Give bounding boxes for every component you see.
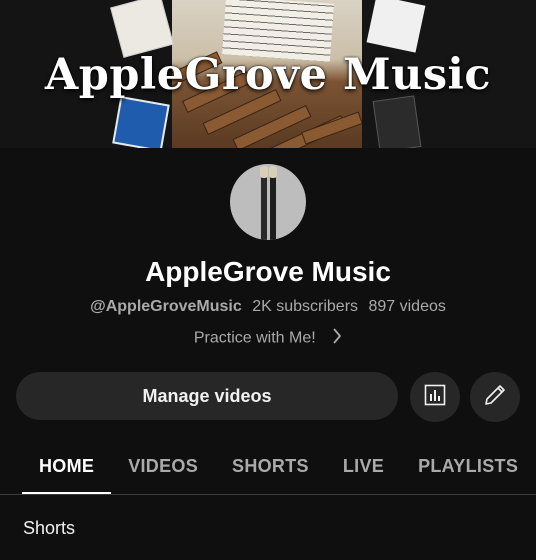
- drumstick-image: [270, 168, 276, 240]
- channel-description-link[interactable]: Practice with Me!: [0, 328, 536, 349]
- video-count: 897 videos: [368, 298, 446, 315]
- chevron-right-icon: [332, 328, 342, 349]
- bar-chart-icon: [423, 383, 447, 412]
- drumstick-tip: [260, 166, 268, 178]
- tab-videos[interactable]: VIDEOS: [111, 440, 215, 494]
- channel-meta: @AppleGroveMusic 2K subscribers 897 vide…: [0, 298, 536, 316]
- shorts-section-title: Shorts: [23, 518, 76, 538]
- tab-playlists[interactable]: PLAYLISTS: [401, 440, 535, 494]
- analytics-button[interactable]: [410, 372, 460, 422]
- channel-tabs: HOME VIDEOS SHORTS LIVE PLAYLISTS: [0, 440, 536, 494]
- subscriber-count: 2K subscribers: [252, 298, 359, 315]
- drumstick-tip: [269, 166, 277, 178]
- tab-home[interactable]: HOME: [0, 440, 112, 494]
- channel-banner: AppleGrove Music: [0, 0, 536, 148]
- banner-title: AppleGrove Music: [44, 50, 492, 100]
- drum-book-image: [372, 95, 422, 148]
- drumstick-image: [261, 168, 267, 240]
- pencil-icon: [482, 382, 508, 413]
- channel-handle: @AppleGroveMusic: [90, 298, 242, 315]
- tabs-divider: [0, 494, 536, 495]
- method-book-image: [112, 96, 170, 148]
- edit-channel-button[interactable]: [470, 372, 520, 422]
- manage-videos-label: Manage videos: [142, 385, 272, 406]
- manage-videos-button[interactable]: Manage videos: [16, 372, 398, 420]
- channel-name: AppleGrove Music: [145, 256, 391, 287]
- channel-avatar[interactable]: [230, 164, 306, 240]
- channel-tagline: Practice with Me!: [193, 329, 316, 347]
- tab-shorts[interactable]: SHORTS: [215, 440, 326, 494]
- tab-live[interactable]: LIVE: [326, 440, 401, 494]
